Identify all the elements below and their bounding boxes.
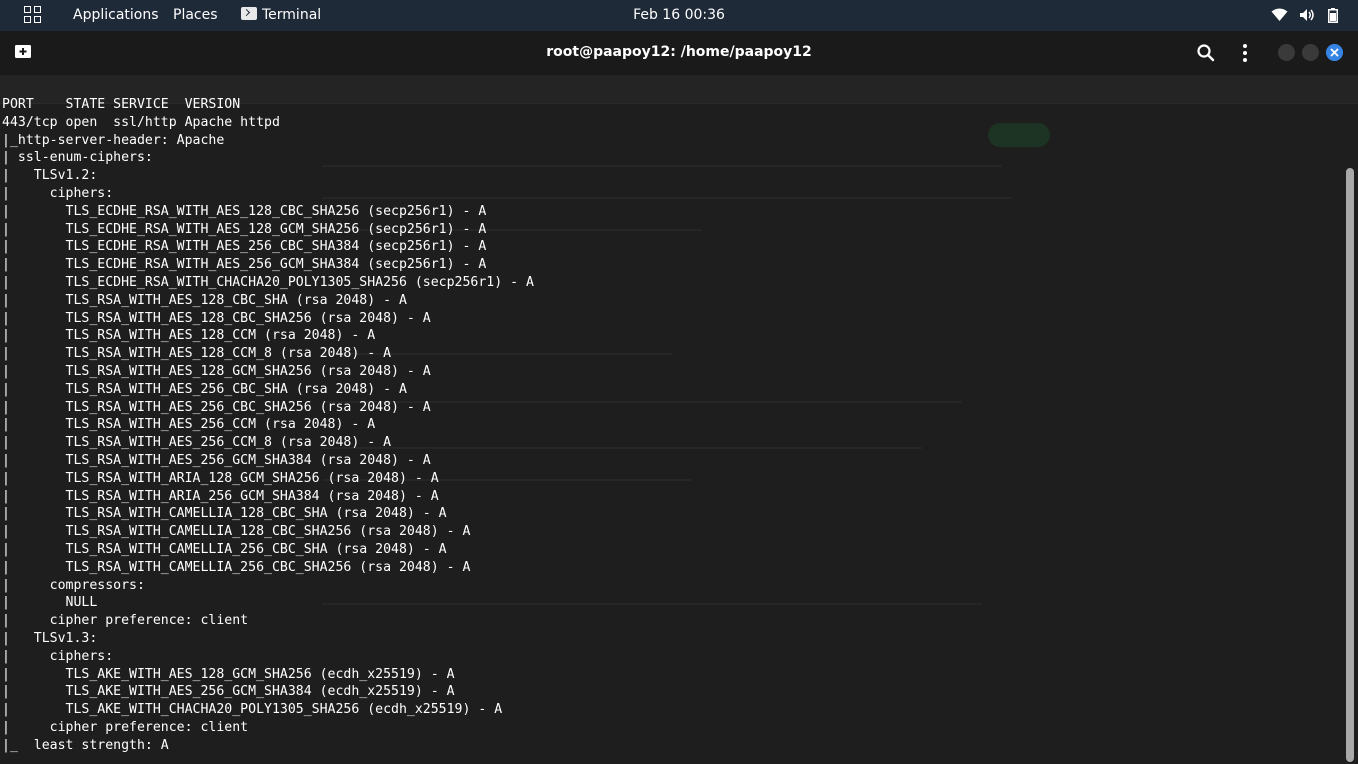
terminal-line: | TLS_RSA_WITH_AES_128_CCM_8 (rsa 2048) … xyxy=(2,346,392,362)
terminal-line: | TLS_ECDHE_RSA_WITH_AES_256_GCM_SHA384 … xyxy=(2,257,487,273)
terminal-headerbar: root@paapoy12: /home/paapoy12 xyxy=(0,31,1358,75)
terminal-line: | TLS_RSA_WITH_AES_128_CBC_SHA256 (rsa 2… xyxy=(2,310,431,326)
window-title: root@paapoy12: /home/paapoy12 xyxy=(546,44,812,60)
terminal-line: | TLS_ECDHE_RSA_WITH_AES_256_CBC_SHA384 … xyxy=(2,239,487,255)
top-panel: Applications Places Terminal Feb 16 00:3… xyxy=(0,0,1358,31)
kebab-menu-icon[interactable] xyxy=(1235,43,1255,63)
terminal-line: | ssl-enum-ciphers: xyxy=(2,150,153,166)
terminal-line: | TLS_RSA_WITH_AES_128_CCM (rsa 2048) - … xyxy=(2,328,376,344)
volume-icon[interactable] xyxy=(1299,8,1315,22)
maximize-icon[interactable] xyxy=(1302,44,1319,61)
terminal-line: | TLSv1.2: xyxy=(2,168,98,184)
terminal-line: | TLS_ECDHE_RSA_WITH_AES_128_CBC_SHA256 … xyxy=(2,203,487,219)
terminal-line: |_ least strength: A xyxy=(2,737,169,753)
battery-icon[interactable] xyxy=(1328,8,1338,23)
terminal-line: | TLS_RSA_WITH_ARIA_256_GCM_SHA384 (rsa … xyxy=(2,488,439,504)
terminal-line: | TLS_AKE_WITH_CHACHA20_POLY1305_SHA256 … xyxy=(2,702,503,718)
terminal-line: | TLS_RSA_WITH_AES_128_GCM_SHA256 (rsa 2… xyxy=(2,363,431,379)
terminal-scrollbar[interactable] xyxy=(1346,168,1354,762)
terminal-line: | TLS_RSA_WITH_AES_256_CCM (rsa 2048) - … xyxy=(2,417,376,433)
terminal-line: | TLS_RSA_WITH_AES_256_CBC_SHA256 (rsa 2… xyxy=(2,399,431,415)
clock[interactable]: Feb 16 00:36 xyxy=(0,7,1358,24)
terminal-output[interactable]: PORT STATE SERVICE VERSION 443/tcp open s… xyxy=(2,96,534,754)
ghost-publish-pill xyxy=(988,123,1050,147)
terminal-line: |_http-server-header: Apache xyxy=(2,132,225,148)
terminal-line: | cipher preference: client xyxy=(2,613,249,629)
close-icon[interactable] xyxy=(1326,44,1343,61)
terminal-line: | ciphers: xyxy=(2,648,114,664)
terminal-line: | TLS_RSA_WITH_ARIA_128_GCM_SHA256 (rsa … xyxy=(2,470,439,486)
search-icon[interactable] xyxy=(1196,43,1216,63)
terminal-line: PORT STATE SERVICE VERSION xyxy=(2,97,241,112)
terminal-line: | compressors: xyxy=(2,577,145,593)
terminal-line: | ciphers: xyxy=(2,185,114,201)
terminal-line: | TLS_ECDHE_RSA_WITH_AES_128_GCM_SHA256 … xyxy=(2,221,487,237)
terminal-line: | TLS_RSA_WITH_AES_256_CBC_SHA (rsa 2048… xyxy=(2,381,407,397)
terminal-line: | NULL xyxy=(2,595,98,611)
terminal-line: | TLS_RSA_WITH_CAMELLIA_128_CBC_SHA (rsa… xyxy=(2,506,447,522)
terminal-line: | TLS_RSA_WITH_CAMELLIA_256_CBC_SHA256 (… xyxy=(2,559,471,575)
wifi-icon[interactable] xyxy=(1271,8,1288,22)
terminal-line: | TLS_RSA_WITH_AES_128_CBC_SHA (rsa 2048… xyxy=(2,292,407,308)
terminal-line: | TLS_RSA_WITH_AES_256_CCM_8 (rsa 2048) … xyxy=(2,435,392,451)
terminal-line: | TLS_ECDHE_RSA_WITH_CHACHA20_POLY1305_S… xyxy=(2,274,534,290)
terminal-line: | TLS_RSA_WITH_CAMELLIA_128_CBC_SHA256 (… xyxy=(2,524,471,540)
terminal-line: | TLS_RSA_WITH_CAMELLIA_256_CBC_SHA (rsa… xyxy=(2,541,447,557)
terminal-line: | TLS_RSA_WITH_AES_256_GCM_SHA384 (rsa 2… xyxy=(2,452,431,468)
terminal-line: 443/tcp open ssl/http Apache httpd xyxy=(2,114,280,130)
minimize-icon[interactable] xyxy=(1278,44,1295,61)
terminal-line: | TLSv1.3: xyxy=(2,630,98,646)
terminal-line: | TLS_AKE_WITH_AES_256_GCM_SHA384 (ecdh_… xyxy=(2,684,455,700)
terminal-line: | cipher preference: client xyxy=(2,719,249,735)
terminal-line: | TLS_AKE_WITH_AES_128_GCM_SHA256 (ecdh_… xyxy=(2,666,455,682)
